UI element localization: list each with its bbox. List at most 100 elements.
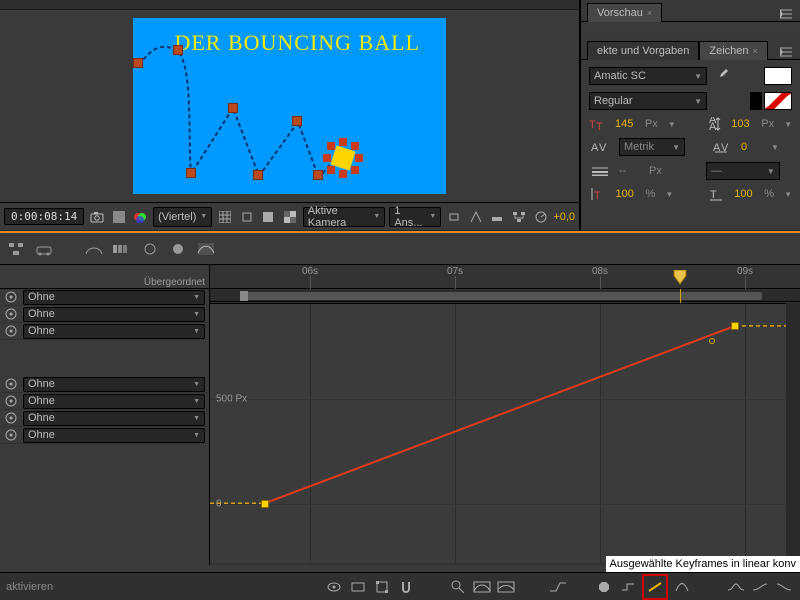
pixel-aspect-icon[interactable] bbox=[445, 207, 463, 227]
keyframe-marker[interactable] bbox=[186, 168, 196, 178]
shy-icon[interactable] bbox=[84, 239, 104, 259]
parent-dropdown[interactable]: Ohne▼ bbox=[23, 377, 205, 392]
parent-row[interactable]: Ohne▼ bbox=[0, 323, 209, 340]
magnification-dropdown[interactable]: (Viertel)▼ bbox=[153, 207, 212, 227]
pickwhip-icon[interactable] bbox=[4, 377, 18, 391]
pickwhip-icon[interactable] bbox=[4, 394, 18, 408]
close-icon[interactable]: × bbox=[753, 46, 758, 56]
exposure-value[interactable]: +0,0 bbox=[553, 211, 575, 223]
stroke-width-value[interactable]: -- bbox=[619, 165, 639, 177]
frame-blend-icon[interactable] bbox=[112, 239, 132, 259]
panel-flyout-icon[interactable] bbox=[778, 7, 794, 21]
convert-hold-icon[interactable] bbox=[618, 577, 638, 597]
no-stroke-swatch[interactable] bbox=[764, 92, 792, 110]
fast-preview-icon[interactable] bbox=[467, 207, 485, 227]
font-size-value[interactable]: 145 bbox=[615, 118, 635, 130]
parent-dropdown[interactable]: Ohne▼ bbox=[23, 324, 205, 339]
keyframe-marker[interactable] bbox=[253, 170, 263, 180]
hscale-value[interactable]: 100 bbox=[734, 188, 754, 200]
pickwhip-icon[interactable] bbox=[4, 324, 18, 338]
view-layout-dropdown[interactable]: 1 Ans...▼ bbox=[389, 207, 441, 227]
stroke-style-dropdown[interactable]: —▼ bbox=[706, 162, 780, 180]
vscale-value[interactable]: 100 bbox=[616, 188, 636, 200]
parent-row[interactable]: Ohne▼ bbox=[0, 410, 209, 427]
stroke-color-black[interactable] bbox=[750, 92, 762, 110]
tracking-value[interactable]: 0 bbox=[741, 141, 761, 153]
work-area-start-handle[interactable] bbox=[240, 291, 248, 301]
eyedropper-icon[interactable] bbox=[713, 66, 733, 86]
keyframe-marker[interactable] bbox=[313, 170, 323, 180]
pickwhip-icon[interactable] bbox=[4, 411, 18, 425]
keyframe-marker[interactable] bbox=[292, 116, 302, 126]
transparency-grid-icon[interactable] bbox=[281, 207, 299, 227]
close-icon[interactable]: × bbox=[647, 8, 652, 18]
mask-toggle-icon[interactable] bbox=[238, 207, 256, 227]
grid-icon[interactable] bbox=[216, 207, 234, 227]
parent-row[interactable]: Ohne▼ bbox=[0, 393, 209, 410]
parent-dropdown[interactable]: Ohne▼ bbox=[23, 307, 205, 322]
time-ruler[interactable]: 06s 07s 08s 09s bbox=[210, 265, 800, 289]
font-style-dropdown[interactable]: Regular▼ bbox=[589, 92, 707, 110]
comp-mini-flow-icon[interactable] bbox=[6, 239, 26, 259]
pickwhip-icon[interactable] bbox=[4, 307, 18, 321]
parent-dropdown[interactable]: Ohne▼ bbox=[23, 428, 205, 443]
snap-icon[interactable] bbox=[396, 577, 416, 597]
keyframe-marker[interactable] bbox=[173, 45, 183, 55]
zoom-tool-icon[interactable] bbox=[448, 577, 468, 597]
comp-flowchart-icon[interactable] bbox=[510, 207, 528, 227]
bezier-tangent-handle[interactable] bbox=[709, 338, 715, 344]
keyframe-marker[interactable] bbox=[133, 58, 143, 68]
ball-layer[interactable] bbox=[323, 138, 363, 178]
current-time-indicator-head[interactable] bbox=[672, 270, 688, 285]
graph-keyframe[interactable] bbox=[261, 500, 269, 508]
layer-text-bouncing-ball[interactable]: DER BOUNCING BALL bbox=[174, 30, 420, 56]
channels-icon[interactable] bbox=[110, 207, 128, 227]
parent-row[interactable]: Ohne▼ bbox=[0, 306, 209, 323]
convert-autobezier-icon[interactable] bbox=[672, 577, 692, 597]
leading-value[interactable]: 103 bbox=[731, 118, 751, 130]
parent-dropdown[interactable]: Ohne▼ bbox=[23, 394, 205, 409]
tab-effects-presets[interactable]: ekte und Vorgaben bbox=[587, 41, 699, 60]
keyframe-marker[interactable] bbox=[228, 103, 238, 113]
graph-options-icon[interactable] bbox=[348, 577, 368, 597]
easy-ease-out-icon[interactable] bbox=[774, 577, 794, 597]
color-mgmt-icon[interactable] bbox=[131, 207, 149, 227]
tab-character[interactable]: Zeichen× bbox=[699, 41, 767, 60]
graph-editor[interactable]: 06s 07s 08s 09s 500 Px 0 bbox=[210, 265, 800, 565]
viewer-canvas-area[interactable]: DER BOUNCING BALL bbox=[0, 10, 579, 198]
work-area-bar[interactable] bbox=[210, 290, 800, 302]
parent-dropdown[interactable]: Ohne▼ bbox=[23, 411, 205, 426]
parent-row[interactable]: Ohne▼ bbox=[0, 427, 209, 444]
composition-canvas[interactable]: DER BOUNCING BALL bbox=[133, 18, 446, 194]
motion-blur-icon[interactable] bbox=[532, 207, 550, 227]
work-area-range[interactable] bbox=[242, 292, 762, 300]
graph-keyframe[interactable] bbox=[731, 322, 739, 330]
show-transform-box-icon[interactable] bbox=[372, 577, 392, 597]
graph-plot-area[interactable]: 500 Px 0 bbox=[210, 303, 800, 563]
fit-graph-icon[interactable] bbox=[472, 577, 492, 597]
timeline-icon[interactable] bbox=[489, 207, 507, 227]
convert-linear-button[interactable] bbox=[642, 574, 668, 600]
pickwhip-icon[interactable] bbox=[4, 428, 18, 442]
easy-ease-in-icon[interactable] bbox=[750, 577, 770, 597]
pickwhip-icon[interactable] bbox=[4, 290, 18, 304]
edit-keyframe-icon[interactable] bbox=[594, 577, 614, 597]
font-family-dropdown[interactable]: Amatic SC▼ bbox=[589, 67, 707, 85]
graph-scrollbar-vertical[interactable] bbox=[786, 303, 800, 565]
separate-dimensions-icon[interactable] bbox=[548, 577, 568, 597]
kerning-dropdown[interactable]: Metrik▼ bbox=[619, 138, 685, 156]
brainstorm-icon[interactable] bbox=[168, 239, 188, 259]
render-queue-icon[interactable] bbox=[34, 239, 54, 259]
parent-row[interactable]: Ohne▼ bbox=[0, 289, 209, 306]
motion-blur-toggle-icon[interactable] bbox=[140, 239, 160, 259]
snapshot-icon[interactable] bbox=[88, 207, 106, 227]
graph-editor-toggle[interactable] bbox=[196, 239, 216, 259]
eye-icon[interactable] bbox=[324, 577, 344, 597]
easy-ease-icon[interactable] bbox=[726, 577, 746, 597]
panel-flyout-icon[interactable] bbox=[778, 45, 794, 59]
fit-all-icon[interactable] bbox=[496, 577, 516, 597]
region-icon[interactable] bbox=[260, 207, 278, 227]
fill-color-swatch[interactable] bbox=[764, 67, 792, 85]
parent-row[interactable]: Ohne▼ bbox=[0, 376, 209, 393]
active-camera-dropdown[interactable]: Aktive Kamera▼ bbox=[303, 207, 386, 227]
